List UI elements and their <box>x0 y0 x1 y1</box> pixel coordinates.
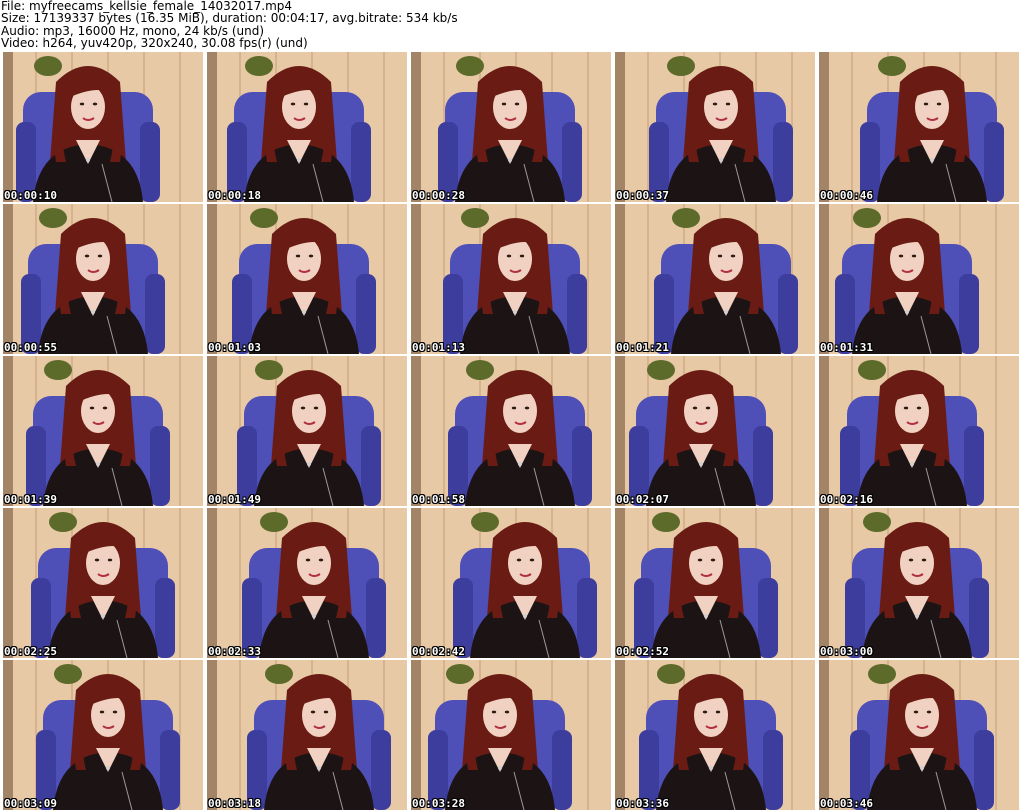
video-thumbnail: 00:02:42 <box>411 508 611 658</box>
video-thumbnail: 00:03:09 <box>3 660 203 810</box>
video-frame-image <box>3 204 203 354</box>
thumbnail-timestamp: 00:01:13 <box>412 341 465 354</box>
video-thumbnail: 00:02:07 <box>615 356 815 506</box>
video-frame-image <box>411 52 611 202</box>
video-thumbnail: 00:00:10 <box>3 52 203 202</box>
video-thumbnail: 00:01:39 <box>3 356 203 506</box>
thumbnail-timestamp: 00:03:18 <box>208 797 261 810</box>
video-frame-image <box>3 660 203 810</box>
video-frame-image <box>615 52 815 202</box>
video-frame-image <box>819 660 1019 810</box>
video-thumbnail: 00:00:18 <box>207 52 407 202</box>
video-frame-image <box>819 204 1019 354</box>
video-frame-image <box>3 356 203 506</box>
video-frame-image <box>411 204 611 354</box>
video-frame-image <box>411 356 611 506</box>
video-frame-image <box>3 508 203 658</box>
video-frame-image <box>207 52 407 202</box>
video-thumbnail: 00:01:58 <box>411 356 611 506</box>
thumbnail-timestamp: 00:01:21 <box>616 341 669 354</box>
video-thumbnail: 00:01:03 <box>207 204 407 354</box>
video-frame-image <box>615 204 815 354</box>
video-frame-image <box>819 52 1019 202</box>
video-frame-image <box>3 52 203 202</box>
thumbnail-timestamp: 00:00:10 <box>4 189 57 202</box>
thumbnail-timestamp: 00:03:46 <box>820 797 873 810</box>
video-thumbnail: 00:03:46 <box>819 660 1019 810</box>
video-thumbnail: 00:01:49 <box>207 356 407 506</box>
thumbnail-timestamp: 00:00:55 <box>4 341 57 354</box>
video-thumbnail: 00:03:18 <box>207 660 407 810</box>
file-size-line: Size: 17139337 bytes (16.35 MiB), durati… <box>1 11 458 26</box>
video-frame-image <box>207 356 407 506</box>
thumbnail-timestamp: 00:00:37 <box>616 189 669 202</box>
video-thumbnail: 00:03:28 <box>411 660 611 810</box>
video-thumbnail: 00:02:16 <box>819 356 1019 506</box>
video-thumbnail: 00:02:25 <box>3 508 203 658</box>
video-thumbnail: 00:00:37 <box>615 52 815 202</box>
thumbnail-timestamp: 00:02:52 <box>616 645 669 658</box>
thumbnail-grid: 00:00:10 00:00:18 00:00:28 00:00:37 00:00:46… <box>0 50 1024 811</box>
video-thumbnail: 00:01:21 <box>615 204 815 354</box>
video-frame-image <box>615 508 815 658</box>
video-frame-image <box>615 660 815 810</box>
thumbnail-timestamp: 00:02:25 <box>4 645 57 658</box>
video-thumbnail: 00:00:55 <box>3 204 203 354</box>
video-thumbnail: 00:01:31 <box>819 204 1019 354</box>
thumbnail-timestamp: 00:02:42 <box>412 645 465 658</box>
video-thumbnail: 00:00:28 <box>411 52 611 202</box>
video-frame-image <box>207 660 407 810</box>
thumbnail-timestamp: 00:00:46 <box>820 189 873 202</box>
file-info-header: File: myfreecams_kellsie_female_14032017… <box>1 0 1021 50</box>
thumbnail-timestamp: 00:01:03 <box>208 341 261 354</box>
thumbnail-timestamp: 00:03:09 <box>4 797 57 810</box>
video-thumbnail: 00:00:46 <box>819 52 1019 202</box>
thumbnail-timestamp: 00:02:16 <box>820 493 873 506</box>
video-frame-image <box>207 204 407 354</box>
video-thumbnail: 00:02:52 <box>615 508 815 658</box>
thumbnail-timestamp: 00:03:00 <box>820 645 873 658</box>
video-frame-image <box>819 508 1019 658</box>
video-frame-image <box>411 660 611 810</box>
thumbnail-timestamp: 00:01:49 <box>208 493 261 506</box>
video-thumbnail: 00:03:00 <box>819 508 1019 658</box>
video-info-line: Video: h264, yuv420p, 320x240, 30.08 fps… <box>1 36 308 51</box>
video-frame-image <box>207 508 407 658</box>
thumbnail-timestamp: 00:00:28 <box>412 189 465 202</box>
video-thumbnail: 00:03:36 <box>615 660 815 810</box>
thumbnail-timestamp: 00:01:31 <box>820 341 873 354</box>
thumbnail-timestamp: 00:00:18 <box>208 189 261 202</box>
video-thumbnail: 00:01:13 <box>411 204 611 354</box>
video-frame-image <box>819 356 1019 506</box>
thumbnail-timestamp: 00:03:36 <box>616 797 669 810</box>
thumbnail-timestamp: 00:03:28 <box>412 797 465 810</box>
thumbnail-timestamp: 00:01:39 <box>4 493 57 506</box>
video-frame-image <box>411 508 611 658</box>
thumbnail-timestamp: 00:02:07 <box>616 493 669 506</box>
thumbnail-timestamp: 00:01:58 <box>412 493 465 506</box>
thumbnail-timestamp: 00:02:33 <box>208 645 261 658</box>
video-frame-image <box>615 356 815 506</box>
video-thumbnail: 00:02:33 <box>207 508 407 658</box>
